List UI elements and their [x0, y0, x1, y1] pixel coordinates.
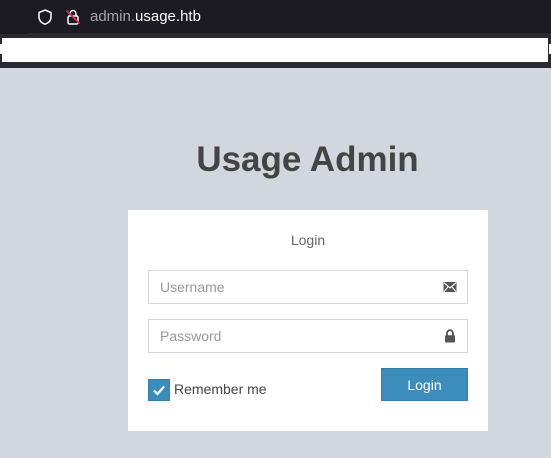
url-subdomain: admin.	[90, 8, 136, 25]
login-button[interactable]: Login	[381, 368, 468, 401]
lock-slash-icon[interactable]	[64, 8, 82, 26]
url-text[interactable]: admin.usage.htb	[90, 8, 201, 26]
url-domain: usage.htb	[135, 8, 201, 25]
remember-me-label[interactable]: Remember me	[174, 381, 267, 397]
username-field	[148, 270, 468, 304]
checkmark-icon	[153, 385, 165, 396]
bookmarks-left-edge	[0, 44, 2, 54]
page-title: Usage Admin	[196, 140, 419, 179]
shield-icon[interactable]	[36, 8, 54, 26]
bookmarks-bar-area	[2, 38, 548, 62]
login-heading: Login	[290, 232, 326, 248]
username-input[interactable]	[160, 271, 440, 303]
remember-me-checkbox[interactable]	[148, 379, 170, 401]
browser-toolbar: admin.usage.htb	[0, 0, 551, 34]
password-field	[148, 319, 468, 353]
toolbar-left-strip	[0, 0, 28, 34]
password-input[interactable]	[160, 320, 440, 352]
envelope-icon	[443, 282, 457, 292]
login-box: Login Remember me Login	[128, 210, 488, 431]
lock-icon	[445, 329, 455, 343]
